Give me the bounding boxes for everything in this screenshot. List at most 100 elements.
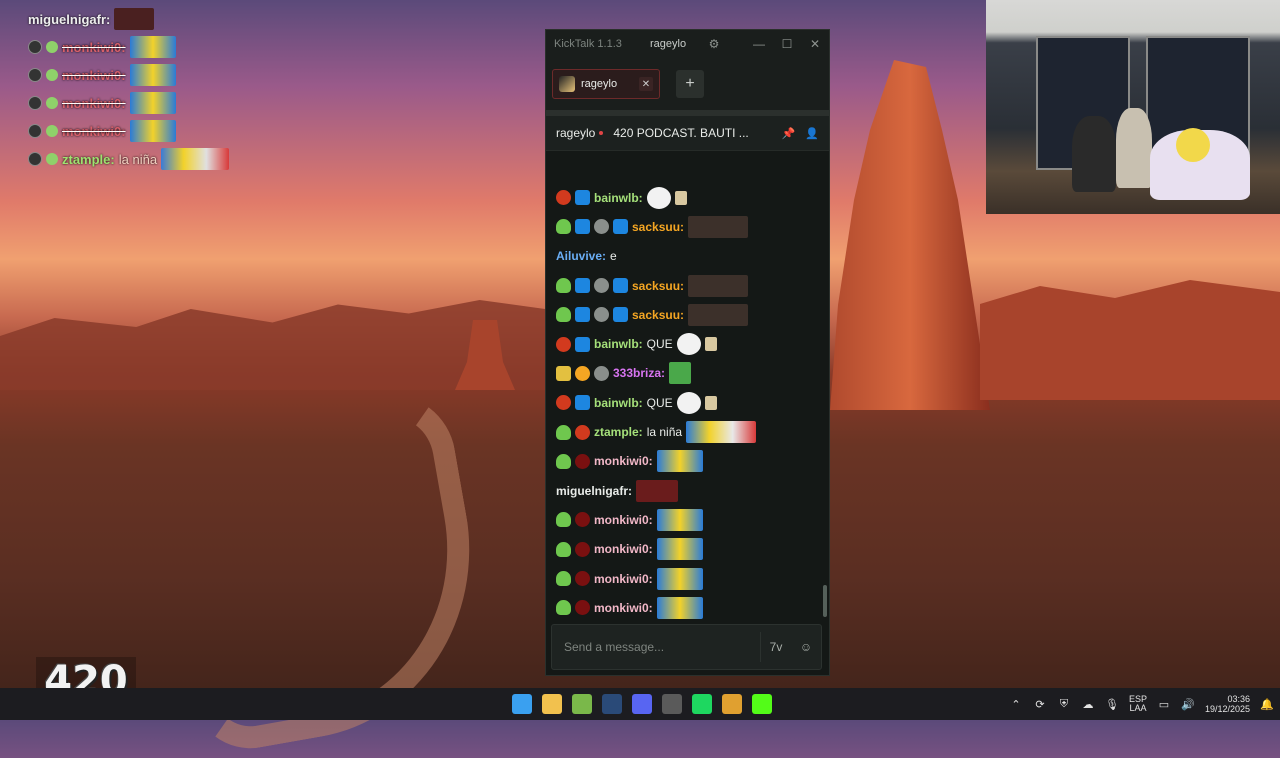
maximize-icon[interactable]: ☐ [773, 30, 801, 58]
chat-username[interactable]: sacksuu: [632, 308, 684, 322]
chat-header: rageylo 420 PODCAST. BAUTI ... 📌 👤 [546, 116, 829, 151]
badge-icon [28, 68, 42, 82]
date: 19/12/2025 [1204, 704, 1250, 714]
chat-message[interactable]: miguelnigafr: [546, 476, 829, 505]
chat-username[interactable]: monkiwi0: [594, 513, 653, 527]
chat-username[interactable]: Ailuvive: [556, 249, 606, 263]
active-user-label[interactable]: rageylo [650, 38, 700, 50]
chat-username[interactable]: sacksuu: [632, 220, 684, 234]
channel-name[interactable]: rageylo [556, 126, 604, 140]
emote-image [129, 64, 176, 86]
chat-message[interactable]: 333briza: [546, 359, 829, 388]
notification-icon[interactable]: 🔔 [1260, 698, 1274, 711]
tab-rageylo[interactable]: rageylo ✕ [552, 69, 660, 99]
small-emote [674, 190, 687, 205]
file-explorer-icon[interactable] [542, 694, 562, 714]
chat-message[interactable]: monkiwi0: [546, 593, 829, 622]
troll-emote [676, 391, 701, 414]
chat-username[interactable]: monkiwi0: [594, 601, 653, 615]
chat-message[interactable]: ztample:la niña [546, 622, 829, 623]
chevron-up-icon[interactable]: ⌃ [1009, 698, 1023, 711]
emote-kick-icon[interactable]: ☺ [791, 632, 821, 662]
scrollbar[interactable] [823, 585, 827, 617]
spotify-icon[interactable] [692, 694, 712, 714]
chat-message[interactable]: bainwlb: [546, 183, 829, 212]
chat-username[interactable]: bainwlb: [594, 191, 643, 205]
close-icon[interactable]: ✕ [801, 30, 829, 58]
sync-icon[interactable]: ⟳ [1033, 698, 1047, 711]
add-tab-button[interactable]: + [676, 70, 704, 98]
close-tab-icon[interactable]: ✕ [639, 77, 653, 91]
windows-start-icon[interactable] [512, 694, 532, 714]
badge-icon [28, 40, 42, 54]
green-badge-icon [556, 424, 571, 440]
emote-7tv-icon[interactable]: 7v [761, 632, 791, 662]
chat-username[interactable]: miguelnigafr: [556, 484, 632, 498]
pin-icon[interactable]: 📌 [782, 127, 796, 140]
speaker-icon[interactable]: 🔊 [1181, 698, 1195, 711]
chat-message[interactable]: Ailuvive: e [546, 242, 829, 271]
obs-icon[interactable] [662, 694, 682, 714]
steam-icon[interactable] [602, 694, 622, 714]
chat-username[interactable]: monkiwi0: [594, 542, 653, 556]
badge-icon [28, 124, 42, 138]
shield-icon[interactable]: ⛨ [1057, 698, 1071, 711]
kick-icon[interactable] [752, 694, 772, 714]
teeth-badge-icon [575, 512, 590, 528]
green-badge-icon [556, 541, 571, 557]
green-badge-icon [556, 600, 571, 616]
cube-badge-icon [613, 307, 628, 323]
message-input[interactable] [552, 639, 760, 655]
layout-code: LAA [1129, 703, 1147, 713]
chat-message-list[interactable]: bainwlb: sacksuu: Ailuvive: e sacksuu: sacksu… [546, 183, 829, 623]
chat-message[interactable]: bainwlb: QUE [546, 388, 829, 417]
dark-emote [688, 215, 749, 238]
badge-icon [46, 125, 58, 137]
tool-badge-icon [575, 307, 590, 323]
chrome-icon[interactable] [722, 694, 742, 714]
green-badge-icon [556, 512, 571, 528]
clock[interactable]: 03:36 19/12/2025 [1205, 694, 1250, 714]
chat-message[interactable]: sacksuu: [546, 271, 829, 300]
chat-text: e [610, 249, 617, 264]
chat-username[interactable]: bainwlb: [594, 396, 643, 410]
yellow-beanie [1176, 128, 1210, 162]
minions-emote [686, 421, 757, 444]
chat-message[interactable]: monkiwi0: [546, 505, 829, 534]
user-icon[interactable]: 👤 [805, 127, 819, 140]
cube-badge-icon [575, 336, 590, 352]
chat-username[interactable]: 333briza: [613, 366, 665, 380]
chat-message[interactable]: sacksuu: [546, 212, 829, 241]
microphone-icon[interactable]: 🎙 [1105, 698, 1119, 711]
cloud-icon[interactable]: ☁ [1081, 698, 1095, 711]
chat-message[interactable]: bainwlb: QUE [546, 329, 829, 358]
discord-icon[interactable] [632, 694, 652, 714]
red-badge-icon [556, 190, 571, 206]
desert-mesa-right [980, 280, 1280, 400]
overlay-chat-line: monkiwi0: [28, 89, 229, 117]
chat-username[interactable]: monkiwi0: [594, 454, 653, 468]
chat-username[interactable]: monkiwi0: [594, 572, 653, 586]
overlay-username: monkiwi0: [62, 95, 126, 111]
minimize-icon[interactable]: — [745, 30, 773, 58]
chat-message[interactable]: monkiwi0: [546, 535, 829, 564]
emote-image [161, 148, 230, 170]
green-badge-icon [556, 307, 571, 323]
chat-username[interactable]: ztample: [594, 425, 643, 439]
person [1072, 116, 1116, 192]
chat-message[interactable]: ztample:la niña [546, 417, 829, 446]
monitor-icon[interactable]: ▭ [1157, 698, 1171, 711]
chat-message[interactable]: sacksuu: [546, 300, 829, 329]
green-badge-icon [556, 453, 571, 469]
overlay-message: la niña [118, 151, 158, 167]
rock-spire-large [830, 60, 990, 410]
cube-badge-icon [613, 278, 628, 294]
app-green-icon[interactable] [572, 694, 592, 714]
chat-message[interactable]: monkiwi0: [546, 447, 829, 476]
chat-username[interactable]: sacksuu: [632, 279, 684, 293]
chat-username[interactable]: bainwlb: [594, 337, 643, 351]
chat-message[interactable]: monkiwi0: [546, 564, 829, 593]
gear-icon[interactable]: ⚙ [700, 30, 728, 58]
input-language[interactable]: ESP LAA [1129, 695, 1147, 713]
emote-image [129, 92, 176, 114]
